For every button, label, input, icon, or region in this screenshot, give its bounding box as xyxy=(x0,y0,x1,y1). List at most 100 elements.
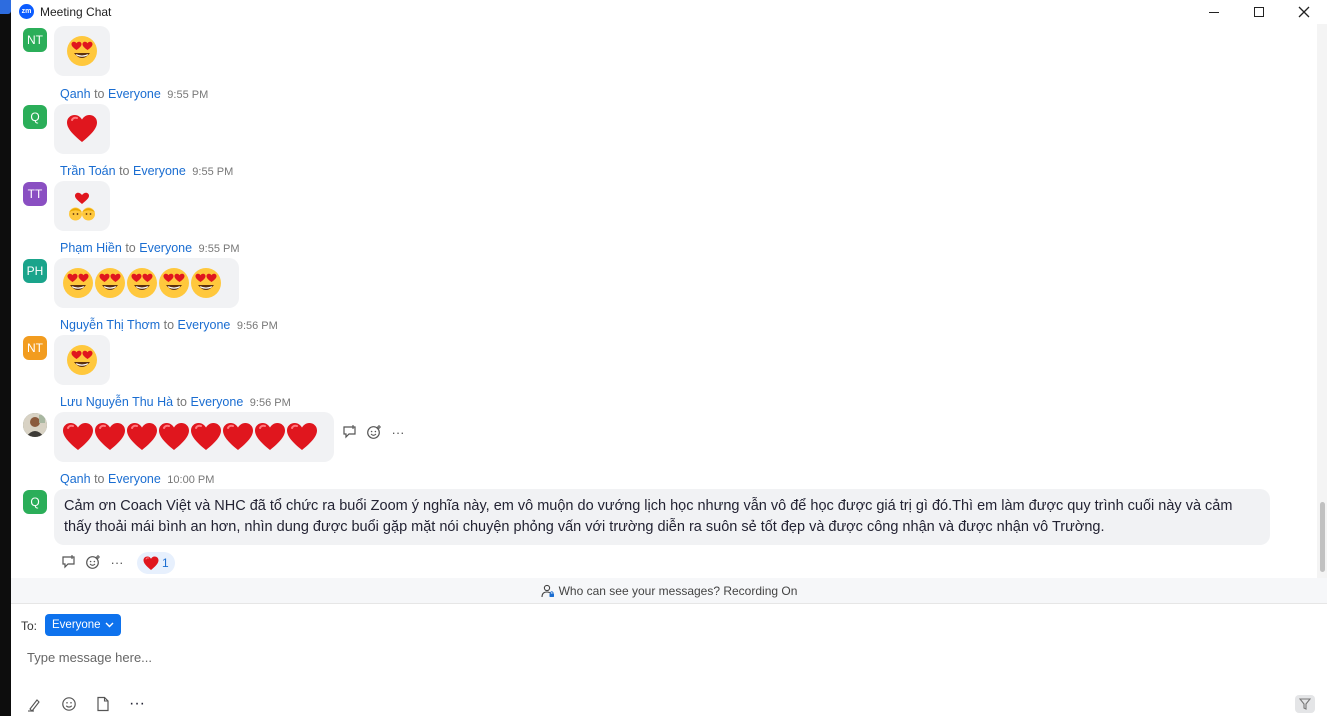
message-header: Phạm Hiền to Everyone 9:55 PM xyxy=(60,241,240,255)
chevron-down-icon xyxy=(105,622,114,628)
person-lock-icon xyxy=(541,584,554,597)
sender-name[interactable]: Lưu Nguyễn Thu Hà xyxy=(60,395,173,409)
to-word: to xyxy=(119,164,130,178)
close-button[interactable] xyxy=(1281,0,1327,24)
window-title: Meeting Chat xyxy=(40,5,112,19)
avatar[interactable]: PH xyxy=(23,259,47,283)
add-reaction-icon[interactable] xyxy=(366,424,382,440)
red-heart-emoji-icon xyxy=(126,422,158,452)
emoji-row xyxy=(62,267,222,299)
message-time: 9:55 PM xyxy=(198,243,240,255)
reaction-chip[interactable]: 1 xyxy=(137,552,175,574)
message-input[interactable] xyxy=(27,646,1227,668)
message-time: 9:55 PM xyxy=(167,89,209,101)
recipient-name[interactable]: Everyone xyxy=(133,164,186,178)
red-heart-emoji-icon xyxy=(286,422,318,452)
sender-name[interactable]: Trần Toán xyxy=(60,164,116,178)
more-icon[interactable]: ··· xyxy=(390,424,406,440)
more-icon[interactable]: ··· xyxy=(109,554,125,570)
maximize-button[interactable] xyxy=(1236,0,1282,24)
red-heart-emoji-icon xyxy=(190,422,222,452)
red-heart-emoji-icon xyxy=(143,556,159,571)
sender-name[interactable]: Nguyễn Thị Thơm xyxy=(60,318,160,332)
reply-icon[interactable] xyxy=(61,554,77,570)
message-header: Lưu Nguyễn Thu Hà to Everyone 9:56 PM xyxy=(60,395,291,409)
more-icon[interactable]: ··· xyxy=(129,695,145,712)
to-word: to xyxy=(94,87,105,101)
avatar[interactable]: Q xyxy=(23,490,47,514)
heart-eyes-emoji-icon xyxy=(126,267,158,299)
heart-eyes-emoji-icon xyxy=(62,267,94,299)
red-heart-emoji-icon xyxy=(158,422,190,452)
to-word: to xyxy=(176,395,187,409)
message-time: 10:00 PM xyxy=(167,474,215,486)
avatar[interactable]: NT xyxy=(23,28,47,52)
sender-name[interactable]: Phạm Hiền xyxy=(60,241,122,255)
message-time: 9:55 PM xyxy=(192,166,234,178)
recipient-name[interactable]: Everyone xyxy=(108,472,161,486)
red-heart-emoji-icon xyxy=(94,422,126,452)
close-icon xyxy=(1298,6,1310,18)
composer-toolbar: ··· xyxy=(27,695,145,712)
avatar[interactable]: TT xyxy=(23,182,47,206)
to-word: to xyxy=(94,472,105,486)
heart-eyes-emoji-icon xyxy=(66,35,98,67)
reaction-count: 1 xyxy=(162,556,169,570)
sender-name[interactable]: Qanh xyxy=(60,87,91,101)
recipient-name[interactable]: Everyone xyxy=(108,87,161,101)
message-bubble[interactable] xyxy=(54,412,334,462)
message-bubble-text[interactable]: Cảm ơn Coach Việt và NHC đã tổ chức ra b… xyxy=(54,489,1270,545)
red-heart-emoji-icon xyxy=(62,422,94,452)
to-label: To: xyxy=(21,619,38,633)
message-bubble[interactable] xyxy=(54,181,110,231)
message-bubble[interactable] xyxy=(54,104,110,154)
minimize-button[interactable] xyxy=(1191,0,1237,24)
recipient-name[interactable]: Everyone xyxy=(178,318,231,332)
message-header: Qanh to Everyone 10:00 PM xyxy=(60,472,214,486)
add-reaction-icon[interactable] xyxy=(85,554,101,570)
avatar[interactable] xyxy=(23,413,47,437)
recipient-select-value: Everyone xyxy=(52,619,101,631)
heart-eyes-emoji-icon xyxy=(190,267,222,299)
message-header: Nguyễn Thị Thơm to Everyone 9:56 PM xyxy=(60,318,278,332)
format-icon[interactable] xyxy=(27,696,43,712)
message-time: 9:56 PM xyxy=(236,320,278,332)
message-bubble[interactable] xyxy=(54,26,110,76)
to-word: to xyxy=(125,241,136,255)
avatar[interactable]: Q xyxy=(23,105,47,129)
send-button[interactable] xyxy=(1295,695,1315,713)
file-icon[interactable] xyxy=(95,696,111,712)
recipient-select[interactable]: Everyone xyxy=(45,614,121,636)
message-hover-tools: ··· xyxy=(61,554,125,570)
message-header: Qanh to Everyone 9:55 PM xyxy=(60,87,208,101)
red-heart-emoji-icon xyxy=(222,422,254,452)
chat-message-list[interactable]: NT Qanh to Everyone 9:55 PM Q Trần Toán … xyxy=(11,24,1317,578)
emoji-row xyxy=(62,422,318,452)
zoom-logo-icon: zm xyxy=(19,4,34,19)
message-bubble[interactable] xyxy=(54,335,110,385)
maximize-icon xyxy=(1254,7,1264,17)
couple-with-heart-emoji-icon xyxy=(66,190,98,222)
recipient-name[interactable]: Everyone xyxy=(190,395,243,409)
meeting-chat-window: zm Meeting Chat NT Qanh to Everyone 9:55… xyxy=(11,0,1327,716)
to-word: to xyxy=(163,318,175,332)
emoji-icon[interactable] xyxy=(61,696,77,712)
reply-icon[interactable] xyxy=(342,424,358,440)
message-time: 9:56 PM xyxy=(249,397,291,409)
messages-scrollbar[interactable] xyxy=(1317,24,1327,578)
red-heart-emoji-icon xyxy=(66,114,98,144)
message-header: Trần Toán to Everyone 9:55 PM xyxy=(60,164,233,178)
recipient-name[interactable]: Everyone xyxy=(139,241,192,255)
message-bubble[interactable] xyxy=(54,258,239,308)
minimize-icon xyxy=(1209,11,1219,13)
sender-name[interactable]: Qanh xyxy=(60,472,91,486)
left-desktop-strip xyxy=(0,0,11,716)
taskbar-zoom-icon xyxy=(0,0,11,14)
heart-eyes-emoji-icon xyxy=(66,344,98,376)
scrollbar-thumb[interactable] xyxy=(1320,502,1325,572)
red-heart-emoji-icon xyxy=(254,422,286,452)
message-hover-tools: ··· xyxy=(342,424,406,440)
privacy-notice[interactable]: Who can see your messages? Recording On xyxy=(11,578,1327,604)
avatar[interactable]: NT xyxy=(23,336,47,360)
heart-eyes-emoji-icon xyxy=(158,267,190,299)
